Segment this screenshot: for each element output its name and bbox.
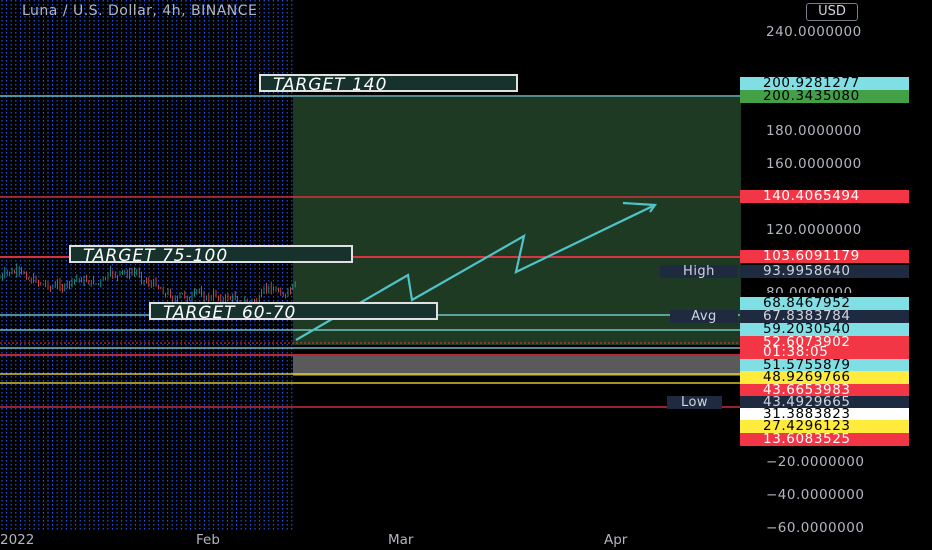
low-tag: Low [667, 396, 722, 409]
target-75-100-label[interactable]: TARGET 75-100 [69, 245, 353, 265]
stop-zone [293, 356, 741, 376]
axis-tick: −40.0000000 [766, 487, 865, 503]
price-label[interactable]: 13.6083525 [740, 432, 909, 446]
target-60-70-label[interactable]: TARGET 60-70 [149, 302, 438, 322]
axis-tick: 240.0000000 [766, 24, 862, 40]
axis-tick: −20.0000000 [766, 454, 865, 470]
high-price-label[interactable]: 93.9958640 [740, 264, 909, 278]
axis-tick: 180.0000000 [766, 123, 862, 139]
time-label: Mar [388, 532, 414, 548]
price-label[interactable]: 200.3435080 [740, 89, 909, 103]
price-label[interactable]: 103.6091179 [740, 249, 909, 263]
symbol-title: Luna / U.S. Dollar, 4h, BINANCE [22, 3, 258, 19]
target-140-label[interactable]: TARGET 140 [259, 74, 518, 94]
price-candles [0, 263, 296, 308]
axis-tick: 80.0000000 [766, 285, 853, 293]
currency-button[interactable]: USD [806, 3, 858, 21]
high-tag: High [660, 265, 738, 278]
avg-tag: Avg [670, 310, 738, 323]
time-label: Feb [196, 532, 220, 548]
axis-tick: 160.0000000 [766, 156, 862, 172]
time-label: 2022 [0, 532, 35, 548]
price-label[interactable]: 140.4065494 [740, 189, 909, 203]
dotted-grid [1, 0, 293, 532]
axis-tick: −60.0000000 [766, 520, 865, 536]
time-label: Apr [604, 532, 628, 548]
axis-tick: 120.0000000 [766, 222, 862, 238]
